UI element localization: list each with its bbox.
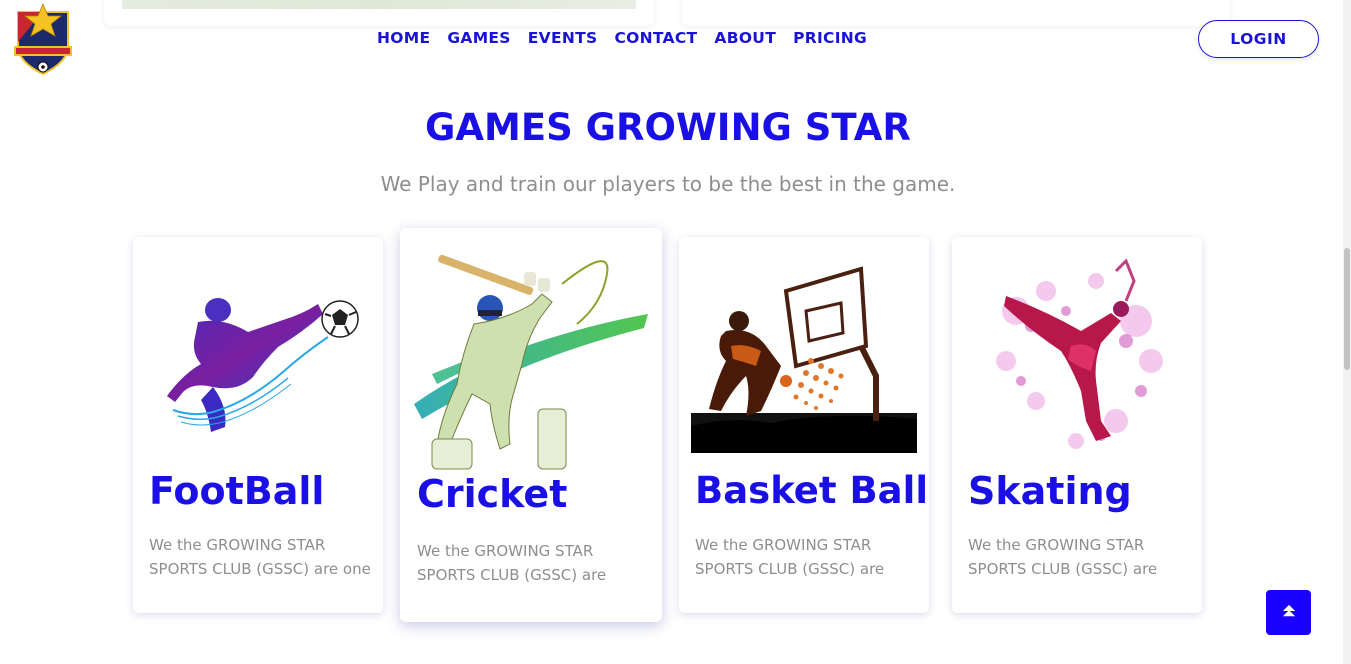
skater-image xyxy=(976,251,1180,457)
scroll-to-top-button[interactable] xyxy=(1266,590,1311,635)
card-text: We the GROWING STAR SPORTS CLUB (GSSC) a… xyxy=(149,536,371,578)
double-chevron-up-icon xyxy=(1282,604,1296,621)
nav-events[interactable]: EVENTS xyxy=(528,29,598,47)
previous-section-card xyxy=(682,0,1230,26)
card-text: We the GROWING STAR SPORTS CLUB (GSSC) a… xyxy=(417,542,607,584)
section-title: GAMES GROWING STAR xyxy=(425,106,911,149)
game-card-cricket[interactable]: Cricket We the GROWING STAR SPORTS CLUB … xyxy=(400,228,662,622)
cricket-player-image xyxy=(412,244,650,476)
card-text: We the GROWING STAR SPORTS CLUB (GSSC) a… xyxy=(695,536,885,578)
main-nav: HOME GAMES EVENTS CONTACT ABOUT PRICING xyxy=(377,29,867,47)
football-player-image xyxy=(153,292,363,442)
game-card-basketball[interactable]: Basket Ball We the GROWING STAR SPORTS C… xyxy=(679,237,929,613)
previous-card-image xyxy=(122,0,636,9)
nav-contact[interactable]: CONTACT xyxy=(614,29,697,47)
card-title: Cricket xyxy=(417,472,568,516)
previous-section-card xyxy=(104,0,654,26)
nav-games[interactable]: GAMES xyxy=(447,29,510,47)
login-button[interactable]: LOGIN xyxy=(1198,20,1319,58)
nav-pricing[interactable]: PRICING xyxy=(793,29,867,47)
club-logo[interactable] xyxy=(12,2,74,76)
basketball-player-image xyxy=(691,251,917,453)
scrollbar-thumb[interactable] xyxy=(1344,248,1350,370)
game-card-skating[interactable]: Skating We the GROWING STAR SPORTS CLUB … xyxy=(952,237,1202,613)
nav-about[interactable]: ABOUT xyxy=(714,29,776,47)
card-title: Skating xyxy=(968,469,1132,513)
card-title: Basket Ball xyxy=(695,469,929,512)
card-title: FootBall xyxy=(149,469,325,513)
card-text: We the GROWING STAR SPORTS CLUB (GSSC) a… xyxy=(968,536,1158,578)
game-card-football[interactable]: FootBall We the GROWING STAR SPORTS CLUB… xyxy=(133,237,383,613)
page-scrollbar[interactable] xyxy=(1343,0,1351,664)
nav-home[interactable]: HOME xyxy=(377,29,430,47)
section-subtitle: We Play and train our players to be the … xyxy=(380,172,956,196)
